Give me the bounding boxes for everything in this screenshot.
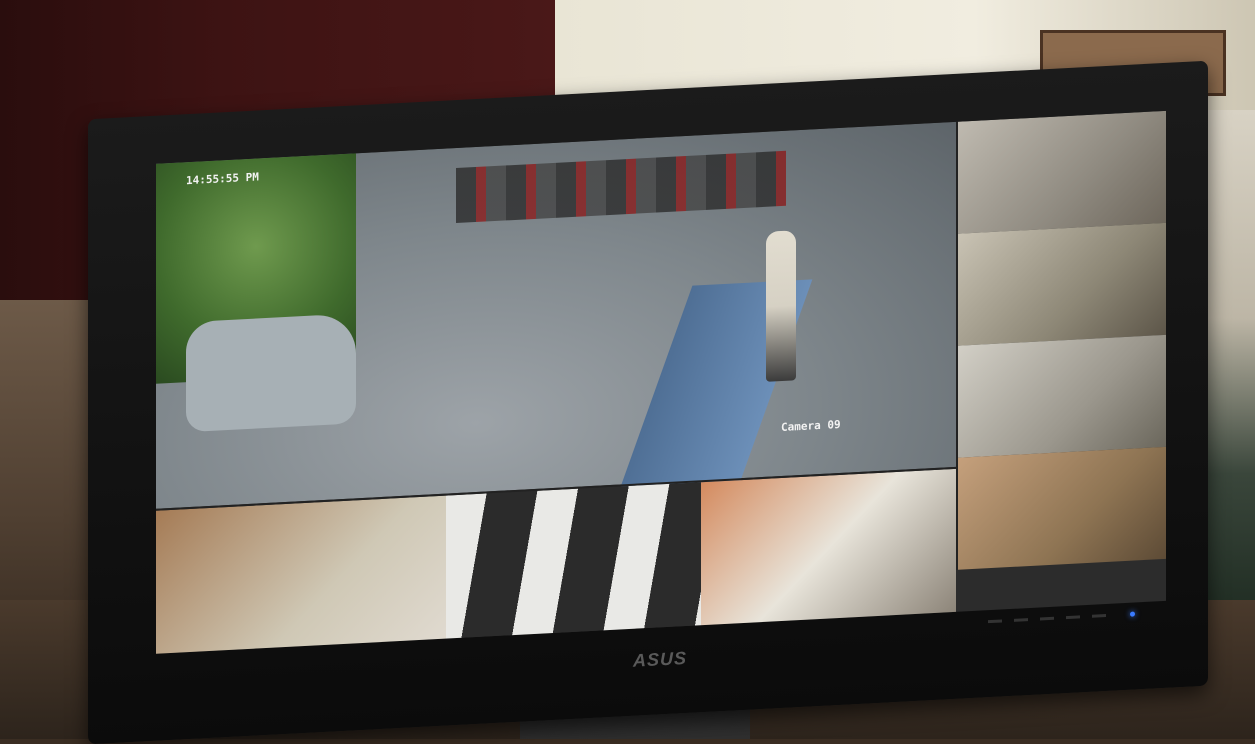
- camera-feed-side-2[interactable]: [956, 222, 1166, 346]
- camera-feed-side-3[interactable]: [956, 334, 1166, 458]
- monitor-button[interactable]: [988, 619, 1002, 624]
- camera-feed-bottom-3[interactable]: [701, 466, 956, 628]
- camera-feed-bottom-1[interactable]: [156, 493, 446, 654]
- monitor-control-buttons: [988, 613, 1128, 628]
- monitor-brand-logo: ASUS: [633, 647, 688, 671]
- monitor-button[interactable]: [1092, 613, 1106, 618]
- standing-person: [766, 230, 796, 382]
- power-led-icon[interactable]: [1130, 611, 1135, 617]
- monitor-button[interactable]: [1014, 618, 1028, 622]
- camera-feed-bottom-2[interactable]: [446, 480, 701, 641]
- monitor: 14:55:55 PM Camera 09 ASUS: [88, 60, 1208, 744]
- camera-feed-side-4[interactable]: [956, 446, 1166, 570]
- camera-main-feed[interactable]: 14:55:55 PM Camera 09: [156, 121, 956, 509]
- monitor-button[interactable]: [1040, 616, 1054, 621]
- parked-car: [186, 313, 356, 433]
- parked-motorbikes: [456, 150, 786, 224]
- camera-feed-side-1[interactable]: [956, 110, 1166, 234]
- monitor-button[interactable]: [1066, 615, 1080, 620]
- camera-label: Camera 09: [781, 417, 841, 435]
- cctv-screen: 14:55:55 PM Camera 09: [156, 110, 1166, 654]
